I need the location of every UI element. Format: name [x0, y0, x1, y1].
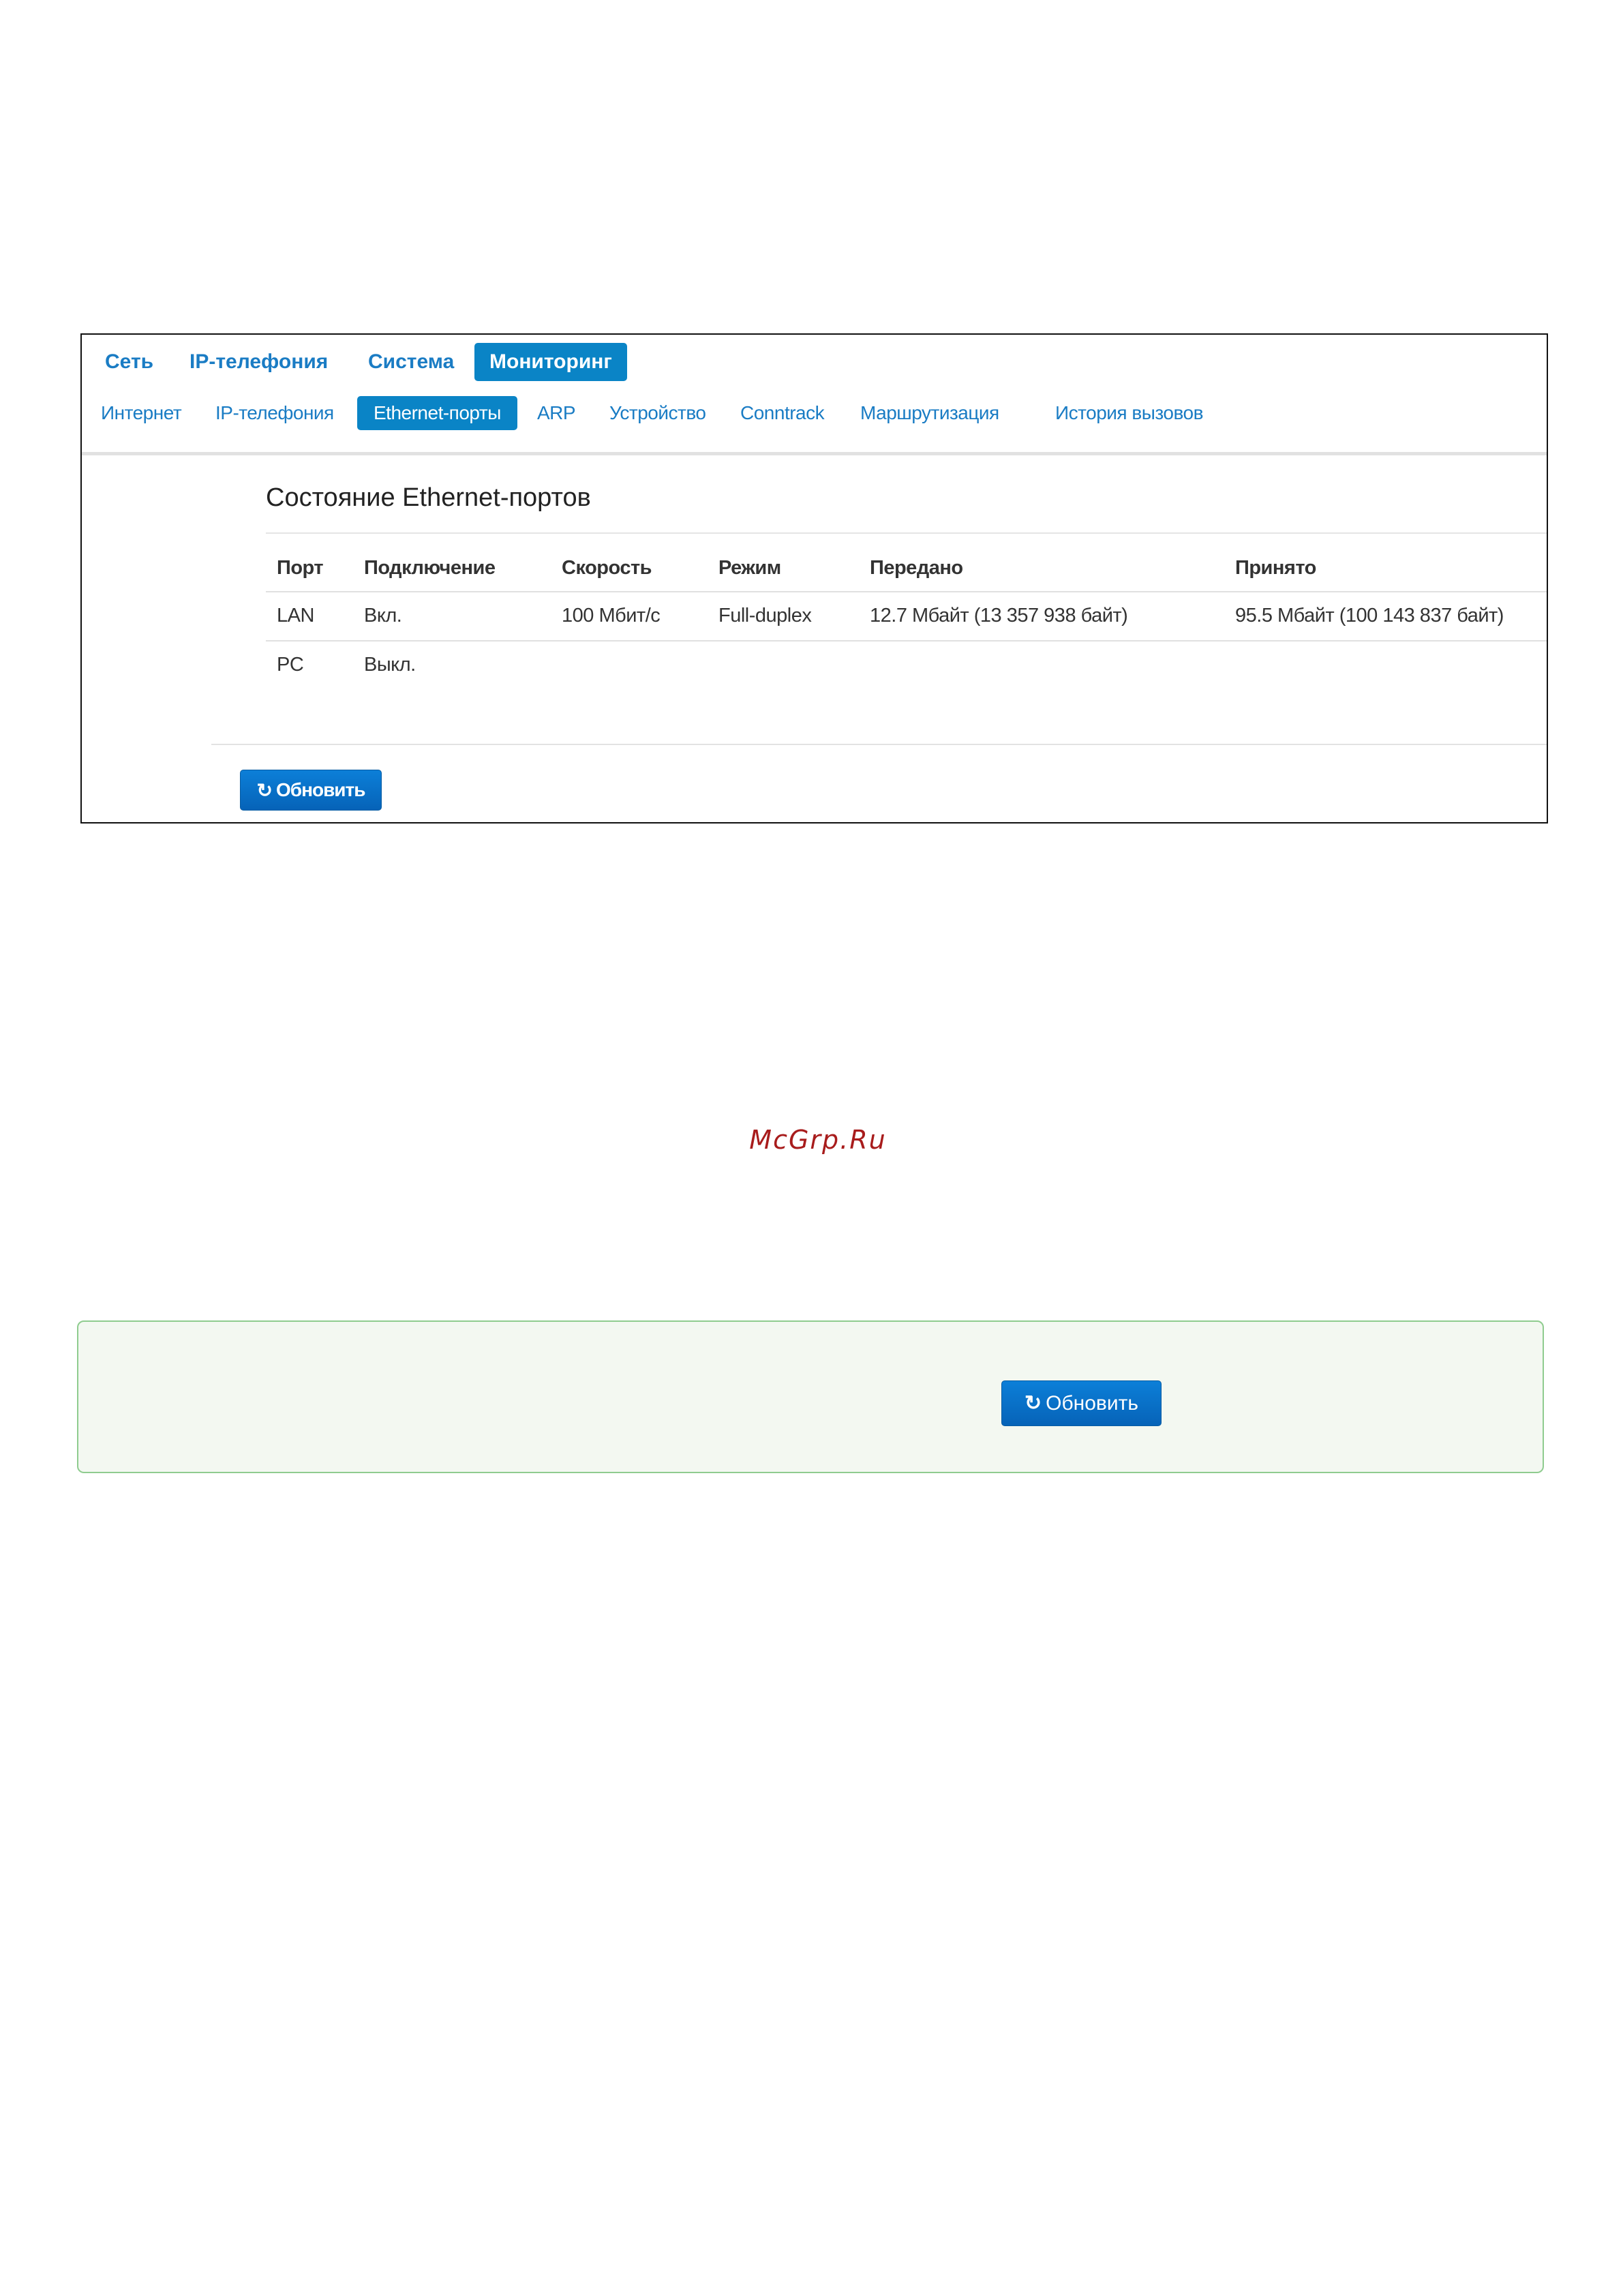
table-row: PC Выкл. — [266, 650, 1547, 688]
top-navigation: Сеть IP-телефония Система Мониторинг — [82, 335, 1547, 382]
sub-navigation: Интернет IP-телефония Ethernet-порты ARP… — [82, 396, 1547, 430]
cell-received: 95.5 Мбайт (100 143 837 байт) — [1235, 605, 1504, 626]
cell-port: PC — [277, 654, 304, 676]
subtab-ip-telephony[interactable]: IP-телефония — [199, 396, 350, 430]
note-box: ↻ Обновить — [77, 1320, 1544, 1473]
refresh-button-label: Обновить — [276, 779, 365, 800]
cell-speed: 100 Мбит/с — [562, 605, 661, 626]
subtab-ethernet-ports[interactable]: Ethernet-порты — [357, 396, 517, 430]
title-divider — [266, 532, 1547, 534]
subtab-routing[interactable]: Маршрутизация — [844, 396, 1016, 430]
web-ui-screenshot: Сеть IP-телефония Система Мониторинг Инт… — [80, 333, 1548, 824]
refresh-icon: ↻ — [256, 779, 273, 801]
row-divider — [266, 640, 1547, 641]
note-refresh-button[interactable]: ↻ Обновить — [1001, 1380, 1162, 1426]
note-refresh-button-label: Обновить — [1046, 1391, 1138, 1415]
subtab-call-history[interactable]: История вызовов — [1039, 396, 1219, 430]
refresh-button[interactable]: ↻ Обновить — [240, 770, 382, 811]
subtab-conntrack[interactable]: Conntrack — [724, 396, 840, 430]
col-sent: Передано — [870, 557, 963, 579]
tab-network[interactable]: Сеть — [90, 343, 168, 381]
table-row: LAN Вкл. 100 Мбит/с Full-duplex 12.7 Мба… — [266, 601, 1547, 639]
col-received: Принято — [1235, 557, 1316, 579]
col-connection: Подключение — [364, 557, 496, 579]
col-speed: Скорость — [562, 557, 652, 579]
cell-mode: Full-duplex — [718, 605, 812, 626]
watermark: McGrp.Ru — [749, 1125, 887, 1155]
cell-sent: 12.7 Мбайт (13 357 938 байт) — [870, 605, 1128, 626]
cell-port: LAN — [277, 605, 314, 626]
tab-monitoring[interactable]: Мониторинг — [474, 343, 627, 381]
subtab-arp[interactable]: ARP — [521, 396, 592, 430]
row-divider — [266, 591, 1547, 592]
footer-divider — [211, 744, 1547, 745]
col-port: Порт — [277, 557, 324, 579]
table-header: Порт Подключение Скорость Режим Передано… — [266, 552, 1547, 587]
subtab-device[interactable]: Устройство — [593, 396, 722, 430]
section-title: Состояние Ethernet-портов — [266, 483, 591, 512]
tab-system[interactable]: Система — [353, 343, 469, 381]
cell-connection: Вкл. — [364, 605, 402, 626]
cell-connection: Выкл. — [364, 654, 416, 676]
col-mode: Режим — [718, 557, 781, 579]
subtab-internet[interactable]: Интернет — [85, 396, 198, 430]
tab-ip-telephony[interactable]: IP-телефония — [175, 343, 343, 381]
subnav-divider — [82, 452, 1547, 455]
refresh-icon: ↻ — [1025, 1392, 1042, 1415]
